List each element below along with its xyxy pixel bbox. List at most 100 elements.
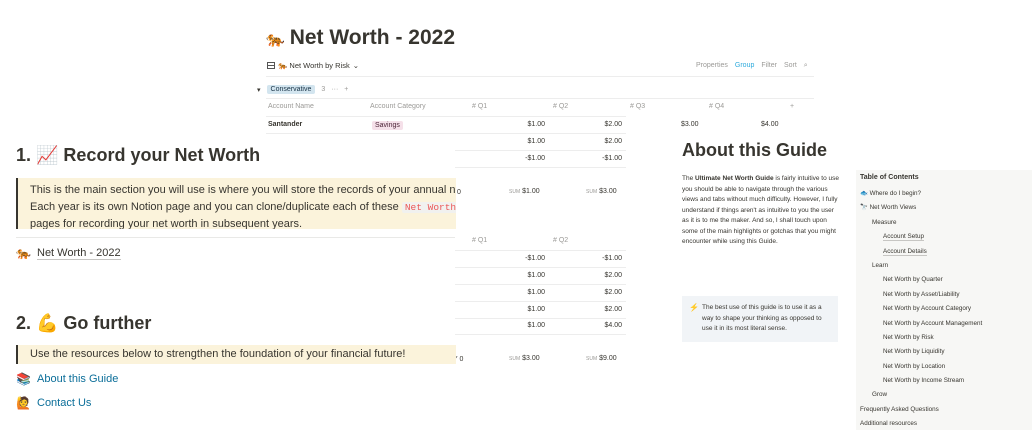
- books-icon: 📚: [16, 372, 31, 386]
- add-icon[interactable]: +: [344, 86, 348, 93]
- toc-item-label[interactable]: Net Worth by Income Stream: [883, 377, 964, 384]
- toc-item[interactable]: Measure: [860, 216, 1028, 230]
- column-q1[interactable]: # Q1: [472, 103, 487, 110]
- q1-cell[interactable]: -$1.00: [503, 255, 545, 262]
- column-account-category[interactable]: Account Category: [370, 103, 426, 110]
- q2-cell[interactable]: $4.00: [582, 322, 622, 329]
- link-about-guide[interactable]: 📚 About this Guide: [16, 372, 118, 386]
- column-q3[interactable]: # Q3: [630, 103, 645, 110]
- toc-item-label[interactable]: 🔭 Net Worth Views: [860, 204, 916, 211]
- link-contact-us[interactable]: 🙋 Contact Us: [16, 396, 91, 410]
- toc-item[interactable]: Frequently Asked Questions: [860, 403, 1028, 417]
- group-button[interactable]: Group: [735, 62, 754, 70]
- q2-cell[interactable]: -$1.00: [582, 155, 622, 162]
- column-q4[interactable]: # Q4: [709, 103, 724, 110]
- column-q1[interactable]: # Q1: [472, 237, 487, 244]
- q1-cell[interactable]: $1.00: [505, 121, 545, 128]
- category-pill[interactable]: Savings: [372, 121, 403, 130]
- guide-section: 1. 📈 Record your Net Worth This is the m…: [0, 135, 456, 447]
- q1-cell[interactable]: $1.00: [505, 322, 545, 329]
- toc-item-label[interactable]: 🐟 Where do I begin?: [860, 190, 921, 197]
- toc-item-label[interactable]: Net Worth by Account Category: [883, 305, 971, 312]
- toc-item-label[interactable]: Net Worth by Account Management: [883, 320, 982, 327]
- more-icon[interactable]: ···: [331, 86, 338, 93]
- q1-cell[interactable]: $1.00: [505, 306, 545, 313]
- q1-cell[interactable]: $1.00: [505, 272, 545, 279]
- sum-q1-value: $3.00: [522, 355, 540, 362]
- filter-button[interactable]: Filter: [761, 62, 777, 70]
- toc-item-label[interactable]: Measure: [872, 219, 897, 226]
- q1-cell[interactable]: $1.00: [505, 138, 545, 145]
- toc-item[interactable]: Net Worth by Location: [860, 360, 1028, 374]
- toc-list: 🐟 Where do I begin? 🔭 Net Worth Views Meas…: [860, 187, 1028, 432]
- toc-item[interactable]: Net Worth by Liquidity: [860, 345, 1028, 359]
- toc-item-label[interactable]: Additional resources: [860, 420, 917, 427]
- header-divider: [266, 98, 814, 99]
- add-column-icon[interactable]: +: [790, 103, 794, 110]
- link-contact-us-label[interactable]: Contact Us: [37, 397, 91, 409]
- toc-item-label[interactable]: Grow: [872, 391, 887, 398]
- q2-cell[interactable]: -$1.00: [579, 255, 622, 262]
- sum-label: SUM: [509, 189, 521, 195]
- toc-item-label[interactable]: Frequently Asked Questions: [860, 406, 939, 413]
- q2-cell[interactable]: $2.00: [582, 272, 622, 279]
- toc-item-label[interactable]: Net Worth by Asset/Liability: [883, 291, 960, 298]
- toc-item[interactable]: Grow: [860, 388, 1028, 402]
- toc-item[interactable]: Net Worth by Account Category: [860, 302, 1028, 316]
- tiger-icon: 🐅: [16, 246, 31, 260]
- q4-cell[interactable]: $4.00: [761, 121, 779, 128]
- page-link-net-worth-2022[interactable]: 🐅 Net Worth - 2022: [16, 246, 121, 260]
- raising-hand-icon: 🙋: [16, 396, 31, 410]
- sort-button[interactable]: Sort: [784, 62, 797, 70]
- table-of-contents: Table of Contents 🐟 Where do I begin? 🔭 N…: [856, 170, 1032, 430]
- toc-item[interactable]: 🐟 Where do I begin?: [860, 187, 1028, 201]
- column-q2[interactable]: # Q2: [553, 103, 568, 110]
- toc-item[interactable]: Account Details: [860, 245, 1028, 259]
- q2-cell[interactable]: $2.00: [582, 138, 622, 145]
- group-count: 3: [321, 86, 326, 93]
- q3-cell[interactable]: $3.00: [681, 121, 699, 128]
- toc-item-label[interactable]: Net Worth by Liquidity: [883, 348, 944, 355]
- sum-q2: SUM $9.00: [586, 355, 617, 362]
- divider: [266, 76, 814, 77]
- q2-cell[interactable]: $2.00: [582, 121, 622, 128]
- view-selector[interactable]: 🐅 Net Worth by Risk ⌄: [267, 61, 359, 70]
- sum-q1: SUM $1.00: [509, 188, 540, 195]
- group-toggle-icon[interactable]: ▾: [257, 86, 261, 94]
- toc-item-label[interactable]: Net Worth by Location: [883, 363, 945, 370]
- page-title: 🐅 Net Worth - 2022: [266, 26, 455, 50]
- tiger-icon: 🐅: [266, 31, 285, 48]
- toc-item[interactable]: Net Worth by Account Management: [860, 317, 1028, 331]
- toc-title: Table of Contents: [860, 174, 919, 181]
- about-body: The Ultimate Net Worth Guide is fairly i…: [682, 174, 842, 248]
- page-link-label[interactable]: Net Worth - 2022: [37, 247, 121, 260]
- toc-item[interactable]: Net Worth by Risk: [860, 331, 1028, 345]
- column-account-name[interactable]: Account Name: [268, 103, 314, 110]
- toc-item[interactable]: 🔭 Net Worth Views: [860, 201, 1028, 215]
- about-panel: About this Guide The Ultimate Net Worth …: [676, 134, 1036, 447]
- toc-item-label[interactable]: Net Worth by Risk: [883, 334, 934, 341]
- toc-item-label[interactable]: Net Worth by Quarter: [883, 276, 943, 283]
- toc-item[interactable]: Learn: [860, 259, 1028, 273]
- column-q2[interactable]: # Q2: [553, 237, 568, 244]
- toc-item[interactable]: Account Setup: [860, 230, 1028, 244]
- account-name-cell[interactable]: Santander: [268, 121, 302, 128]
- toc-item[interactable]: Net Worth by Asset/Liability: [860, 288, 1028, 302]
- q1-cell[interactable]: $1.00: [505, 289, 545, 296]
- table-icon: [267, 62, 275, 69]
- q2-cell[interactable]: $2.00: [582, 306, 622, 313]
- search-icon[interactable]: ⌕: [804, 62, 808, 70]
- sum-prefix: 0: [457, 189, 461, 196]
- callout-line: Each year is its own Notion page and you…: [30, 201, 399, 213]
- link-about-guide-label[interactable]: About this Guide: [37, 373, 118, 385]
- toc-item[interactable]: Additional resources: [860, 417, 1028, 431]
- q1-cell[interactable]: -$1.00: [505, 155, 545, 162]
- toc-item-label[interactable]: Account Details: [883, 247, 927, 256]
- toc-item-label[interactable]: Account Setup: [883, 233, 924, 242]
- properties-button[interactable]: Properties: [696, 62, 728, 70]
- toc-item-label[interactable]: Learn: [872, 262, 888, 269]
- group-tag[interactable]: Conservative: [266, 85, 316, 94]
- toc-item[interactable]: Net Worth by Income Stream: [860, 374, 1028, 388]
- toc-item[interactable]: Net Worth by Quarter: [860, 273, 1028, 287]
- q2-cell[interactable]: $2.00: [582, 289, 622, 296]
